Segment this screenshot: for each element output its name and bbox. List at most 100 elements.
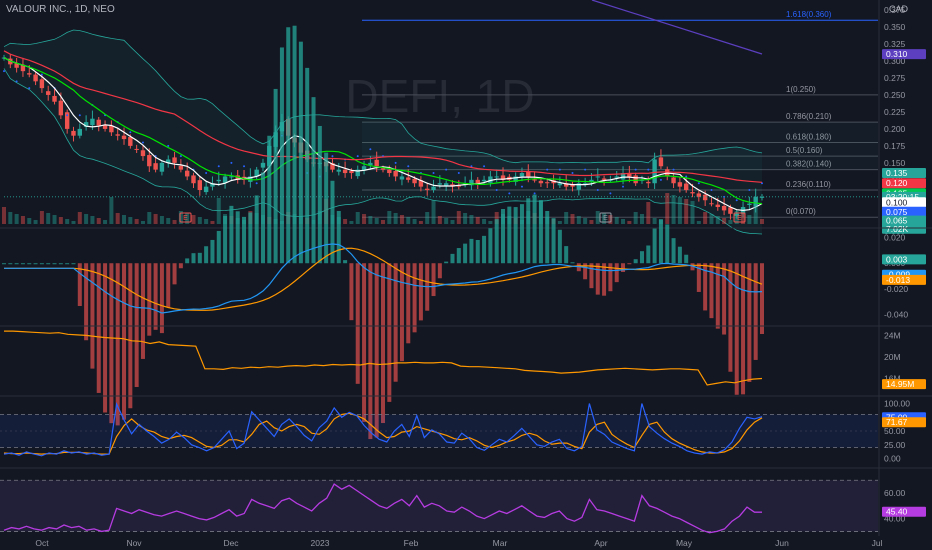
volume-bar	[90, 216, 95, 224]
volume-bar	[595, 211, 600, 224]
volume-bar	[2, 207, 6, 224]
macd-tag: 0.003	[882, 254, 926, 265]
price-axis-label: 0.175	[884, 141, 906, 151]
macd-histogram-bar	[191, 253, 196, 264]
volume-bar	[463, 213, 468, 224]
macd-histogram-bar	[431, 263, 436, 297]
psar-dot	[394, 161, 397, 164]
symbol-header[interactable]: VALOUR INC., 1D, NEO	[6, 4, 115, 15]
earnings-marker-label: E	[603, 215, 608, 222]
volume-bar	[8, 212, 13, 224]
volume-bar	[646, 202, 651, 224]
price-tag: 0.135	[882, 168, 926, 179]
volume-bar	[444, 218, 449, 224]
macd-histogram-bar	[235, 211, 240, 264]
trendline	[591, 0, 763, 55]
candle-body	[406, 177, 411, 180]
volume-bar	[576, 216, 581, 224]
volume-bar	[134, 219, 139, 224]
candle-body	[153, 163, 158, 170]
macd-histogram-bar	[311, 97, 316, 264]
candle-body	[58, 100, 64, 116]
macd-histogram-bar	[248, 212, 253, 264]
macd-histogram-bar	[444, 261, 449, 264]
volume-bar	[564, 212, 569, 224]
macd-histogram-bar	[538, 200, 543, 264]
macd-histogram-bar	[602, 263, 607, 296]
volume-bar	[406, 217, 411, 224]
candle-body	[39, 79, 45, 89]
candle-body	[557, 183, 563, 186]
macd-histogram-bar	[564, 246, 569, 264]
volume-bar	[368, 216, 373, 224]
macd-histogram-bar	[128, 263, 133, 409]
candle-body	[374, 159, 379, 167]
chart-canvas[interactable]: DEFI, 1D 1.618(0.360) 1(0.250) 0.786(0.210)…	[0, 0, 932, 550]
candle-body	[747, 203, 752, 205]
macd-histogram-bar	[273, 88, 278, 264]
macd-histogram-bar	[639, 251, 644, 264]
psar-dot	[230, 161, 233, 164]
psar-dot	[748, 189, 751, 192]
macd-histogram-bar	[39, 263, 44, 265]
psar-dot	[457, 172, 460, 175]
candle-body	[721, 205, 727, 211]
volume-bar	[374, 218, 379, 224]
volume-bar	[115, 213, 120, 224]
macd-histogram-bar	[621, 263, 626, 272]
volume-bar	[172, 220, 177, 224]
macd-histogram-bar	[374, 263, 379, 438]
price-tag-text: 0.120	[886, 178, 908, 188]
volume-bar	[760, 219, 764, 224]
macd-histogram-bar	[305, 67, 310, 264]
macd-histogram-bar	[90, 263, 95, 369]
macd-histogram-bar	[223, 215, 228, 264]
macd-histogram-bar	[475, 239, 480, 264]
volume-bar	[639, 214, 644, 224]
psar-dot	[217, 165, 220, 168]
macd-tag-text: -0.013	[886, 275, 910, 285]
psar-dot	[596, 189, 599, 192]
candle-body	[475, 179, 480, 184]
macd-histogram-bar	[728, 263, 733, 372]
macd-histogram-bar	[71, 263, 76, 265]
macd-histogram-bar	[8, 263, 13, 265]
volume-bar	[77, 212, 82, 224]
price-axis-label: 0.200	[884, 124, 906, 134]
candle-body	[115, 134, 120, 136]
fib-label: 0(0.070)	[786, 207, 816, 216]
macd-histogram-bar	[381, 263, 385, 424]
psar-dot	[28, 87, 31, 90]
price-axis-label: 0.250	[884, 90, 906, 100]
volume-bar	[84, 214, 89, 224]
candle-body	[46, 91, 51, 95]
volume-bar	[570, 214, 575, 224]
x-axis-label: 2023	[311, 538, 330, 548]
candle-body	[671, 177, 676, 184]
volume-bar	[20, 216, 25, 224]
psar-dot	[40, 73, 43, 76]
macd-histogram-bar	[684, 254, 689, 264]
price-axis-label: 0.275	[884, 73, 906, 83]
macd-histogram-bar	[279, 47, 284, 264]
macd-histogram-bar	[166, 263, 171, 308]
psar-dot	[697, 182, 700, 185]
macd-histogram-bar	[652, 228, 657, 264]
psar-dot	[584, 168, 587, 171]
candle-body	[336, 169, 341, 172]
volume-bar	[387, 211, 392, 224]
psar-dot	[255, 182, 258, 185]
volume-bar	[197, 217, 202, 224]
macd-tag-text: 0.003	[886, 254, 908, 264]
candle-body	[658, 157, 664, 167]
volume-bar	[159, 216, 164, 224]
volume-bar	[684, 199, 689, 224]
psar-dot	[179, 155, 182, 158]
rsi-tag-text: 45.40	[886, 507, 908, 517]
macd-histogram-bar	[317, 125, 322, 264]
stoch-tag: 71.67	[882, 417, 926, 428]
volume-bar	[103, 220, 108, 224]
volume-bar	[690, 201, 695, 224]
chart-window[interactable]: DEFI, 1D 1.618(0.360) 1(0.250) 0.786(0.210)…	[0, 0, 932, 550]
volume-bar	[418, 221, 423, 224]
